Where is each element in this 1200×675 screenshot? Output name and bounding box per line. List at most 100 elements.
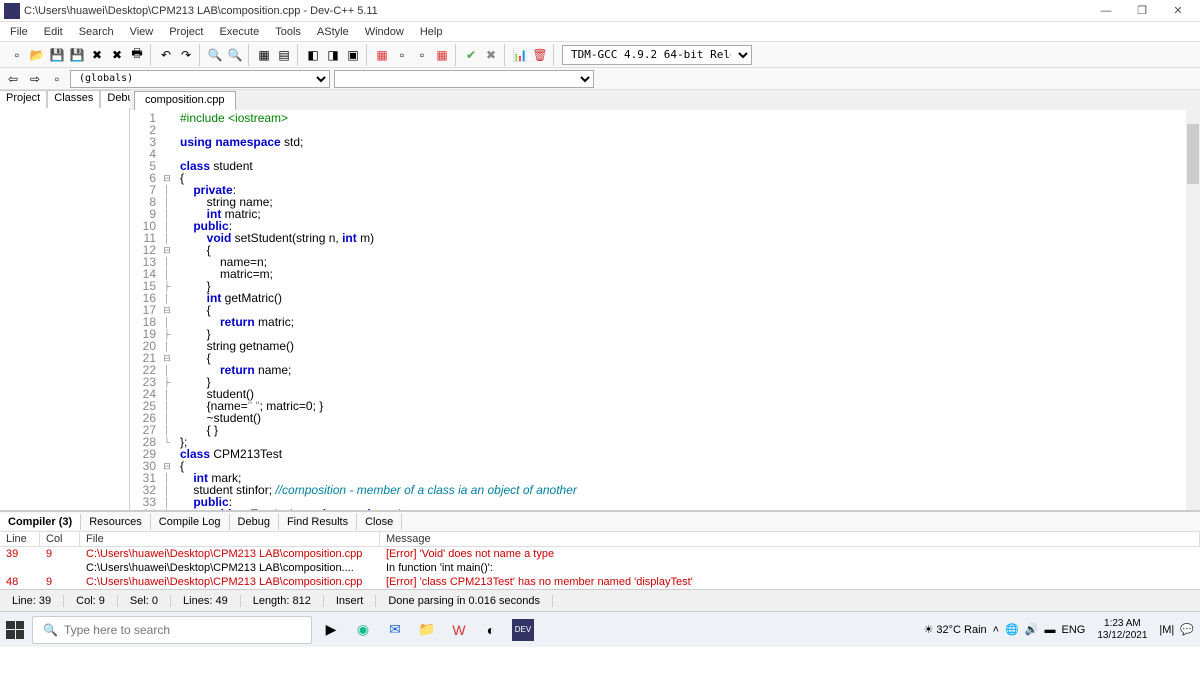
compiler-row[interactable]: 489C:\Users\huawei\Desktop\CPM213 LAB\co… [0, 575, 1200, 589]
profiler-icon[interactable]: ▦ [433, 46, 451, 64]
function-select[interactable] [334, 70, 594, 88]
find-icon[interactable]: 🔍 [206, 46, 224, 64]
sidebar-tab-classes[interactable]: Classes [47, 90, 100, 108]
wps-icon[interactable]: W [448, 619, 470, 641]
menu-file[interactable]: File [2, 24, 36, 40]
devcpp-icon[interactable]: DEV [512, 619, 534, 641]
menu-project[interactable]: Project [161, 24, 211, 40]
status-sel: Sel: 0 [118, 595, 171, 607]
status-length: Length: 812 [241, 595, 324, 607]
close-all-icon[interactable]: ✖ [108, 46, 126, 64]
scrollbar-vertical[interactable] [1186, 110, 1200, 510]
app-icon [4, 3, 20, 19]
compiler-row[interactable]: C:\Users\huawei\Desktop\CPM213 LAB\compo… [0, 561, 1200, 575]
network-icon[interactable]: 🌐 [1005, 623, 1019, 636]
status-insert: Insert [324, 595, 377, 607]
menu-astyle[interactable]: AStyle [309, 24, 357, 40]
code-editor[interactable]: 1234567891011121314151617181920212223242… [130, 110, 1200, 510]
compiler-panel: Compiler (3)ResourcesCompile LogDebugFin… [0, 510, 1200, 589]
compiler-row[interactable]: 399C:\Users\huawei\Desktop\CPM213 LAB\co… [0, 547, 1200, 561]
menu-help[interactable]: Help [412, 24, 451, 40]
forward-icon[interactable]: ⇨ [26, 70, 44, 88]
clock[interactable]: 1:23 AM 13/12/2021 [1091, 618, 1153, 642]
volume-icon[interactable]: 🔊 [1025, 623, 1039, 636]
tray-up-icon[interactable]: ˄ [993, 624, 999, 636]
maximize-button[interactable]: ❐ [1124, 0, 1160, 22]
status-col: Col: 9 [64, 595, 118, 607]
panel-tab[interactable]: Debug [230, 514, 279, 530]
panel-tab[interactable]: Close [357, 514, 402, 530]
explorer-icon[interactable]: 📁 [416, 619, 438, 641]
ime-icon[interactable]: |M| [1159, 624, 1174, 636]
taskbar-app-icon[interactable]: ▶ [320, 619, 342, 641]
stop-icon[interactable]: ▫ [413, 46, 431, 64]
new-file-icon[interactable]: ▫ [8, 46, 26, 64]
close-file-icon[interactable]: ✖ [88, 46, 106, 64]
sidebar: ProjectClassesDebug [0, 90, 130, 510]
open-icon[interactable]: 📂 [28, 46, 46, 64]
compile-icon[interactable]: ◧ [304, 46, 322, 64]
replace-icon[interactable]: 🔍 [226, 46, 244, 64]
back-icon[interactable]: ⇦ [4, 70, 22, 88]
status-lines: Lines: 49 [171, 595, 241, 607]
panel-tab[interactable]: Compile Log [151, 514, 230, 530]
check-icon[interactable]: ✔ [462, 46, 480, 64]
nav-icon[interactable]: ▫ [48, 70, 66, 88]
weather-widget[interactable]: ☀ 32°C Rain [923, 623, 986, 636]
status-line: Line: 39 [0, 595, 64, 607]
cross-icon[interactable]: ✖ [482, 46, 500, 64]
rebuild-icon[interactable]: ▦ [373, 46, 391, 64]
menu-execute[interactable]: Execute [211, 24, 267, 40]
title-bar: C:\Users\huawei\Desktop\CPM213 LAB\compo… [0, 0, 1200, 22]
menu-tools[interactable]: Tools [267, 24, 309, 40]
search-input[interactable] [64, 623, 301, 637]
status-parse: Done parsing in 0.016 seconds [376, 595, 553, 607]
globals-select[interactable]: (globals) [70, 70, 330, 88]
menu-search[interactable]: Search [71, 24, 122, 40]
menu-view[interactable]: View [122, 24, 162, 40]
bookmark-icon[interactable]: ▤ [275, 46, 293, 64]
undo-icon[interactable]: ↶ [157, 46, 175, 64]
search-icon: 🔍 [43, 623, 58, 637]
file-tabs: composition.cpp [130, 90, 1200, 110]
print-icon[interactable]: 🖶 [128, 46, 146, 64]
run-icon[interactable]: ◨ [324, 46, 342, 64]
save-icon[interactable]: 💾 [48, 46, 66, 64]
compiler-select[interactable]: TDM-GCC 4.9.2 64-bit Release [562, 45, 752, 65]
start-button[interactable] [6, 621, 24, 639]
taskbar: 🔍 ▶ ◉ ✉ 📁 W ◐ DEV ☀ 32°C Rain ˄ 🌐 🔊 ▬ EN… [0, 611, 1200, 647]
status-bar: Line: 39 Col: 9 Sel: 0 Lines: 49 Length:… [0, 589, 1200, 611]
code-text[interactable]: #include <iostream> using namespace std;… [174, 110, 1200, 510]
save-all-icon[interactable]: 💾 [68, 46, 86, 64]
compiler-header: Line Col File Message [0, 532, 1200, 547]
mail-icon[interactable]: ✉ [384, 619, 406, 641]
scrollbar-thumb[interactable] [1187, 124, 1199, 184]
settings-icon[interactable]: ◐ [480, 619, 502, 641]
trash-icon[interactable]: 🗑 [531, 46, 549, 64]
nav-bar: ⇦ ⇨ ▫ (globals) [0, 68, 1200, 90]
close-button[interactable]: ✕ [1160, 0, 1196, 22]
redo-icon[interactable]: ↷ [177, 46, 195, 64]
menu-edit[interactable]: Edit [36, 24, 71, 40]
panel-tab[interactable]: Resources [81, 514, 151, 530]
minimize-button[interactable]: — [1088, 0, 1124, 22]
file-tab-composition[interactable]: composition.cpp [134, 91, 236, 110]
battery-icon[interactable]: ▬ [1045, 624, 1056, 636]
panel-tab[interactable]: Find Results [279, 514, 357, 530]
toolbar-main: ▫ 📂 💾 💾 ✖ ✖ 🖶 ↶ ↷ 🔍 🔍 ▦ ▤ ◧ ◨ ▣ ▦ ▫ ▫ ▦ … [0, 42, 1200, 68]
sidebar-tab-project[interactable]: Project [0, 90, 47, 108]
window-title: C:\Users\huawei\Desktop\CPM213 LAB\compo… [24, 5, 1088, 17]
menu-bar: FileEditSearchViewProjectExecuteToolsASt… [0, 22, 1200, 42]
panel-tab[interactable]: Compiler (3) [0, 514, 81, 530]
menu-window[interactable]: Window [357, 24, 412, 40]
language-indicator[interactable]: ENG [1062, 624, 1086, 636]
notifications-icon[interactable]: 💬 [1180, 623, 1194, 636]
edge-icon[interactable]: ◉ [352, 619, 374, 641]
line-gutter: 1234567891011121314151617181920212223242… [130, 110, 160, 510]
chart-icon[interactable]: 📊 [511, 46, 529, 64]
taskbar-search[interactable]: 🔍 [32, 616, 312, 644]
fold-gutter[interactable]: ⊟│││││⊟││├│⊟│├│⊟│├││││└⊟││││⊟│ [160, 110, 174, 510]
compile-run-icon[interactable]: ▣ [344, 46, 362, 64]
goto-icon[interactable]: ▦ [255, 46, 273, 64]
debug-icon[interactable]: ▫ [393, 46, 411, 64]
